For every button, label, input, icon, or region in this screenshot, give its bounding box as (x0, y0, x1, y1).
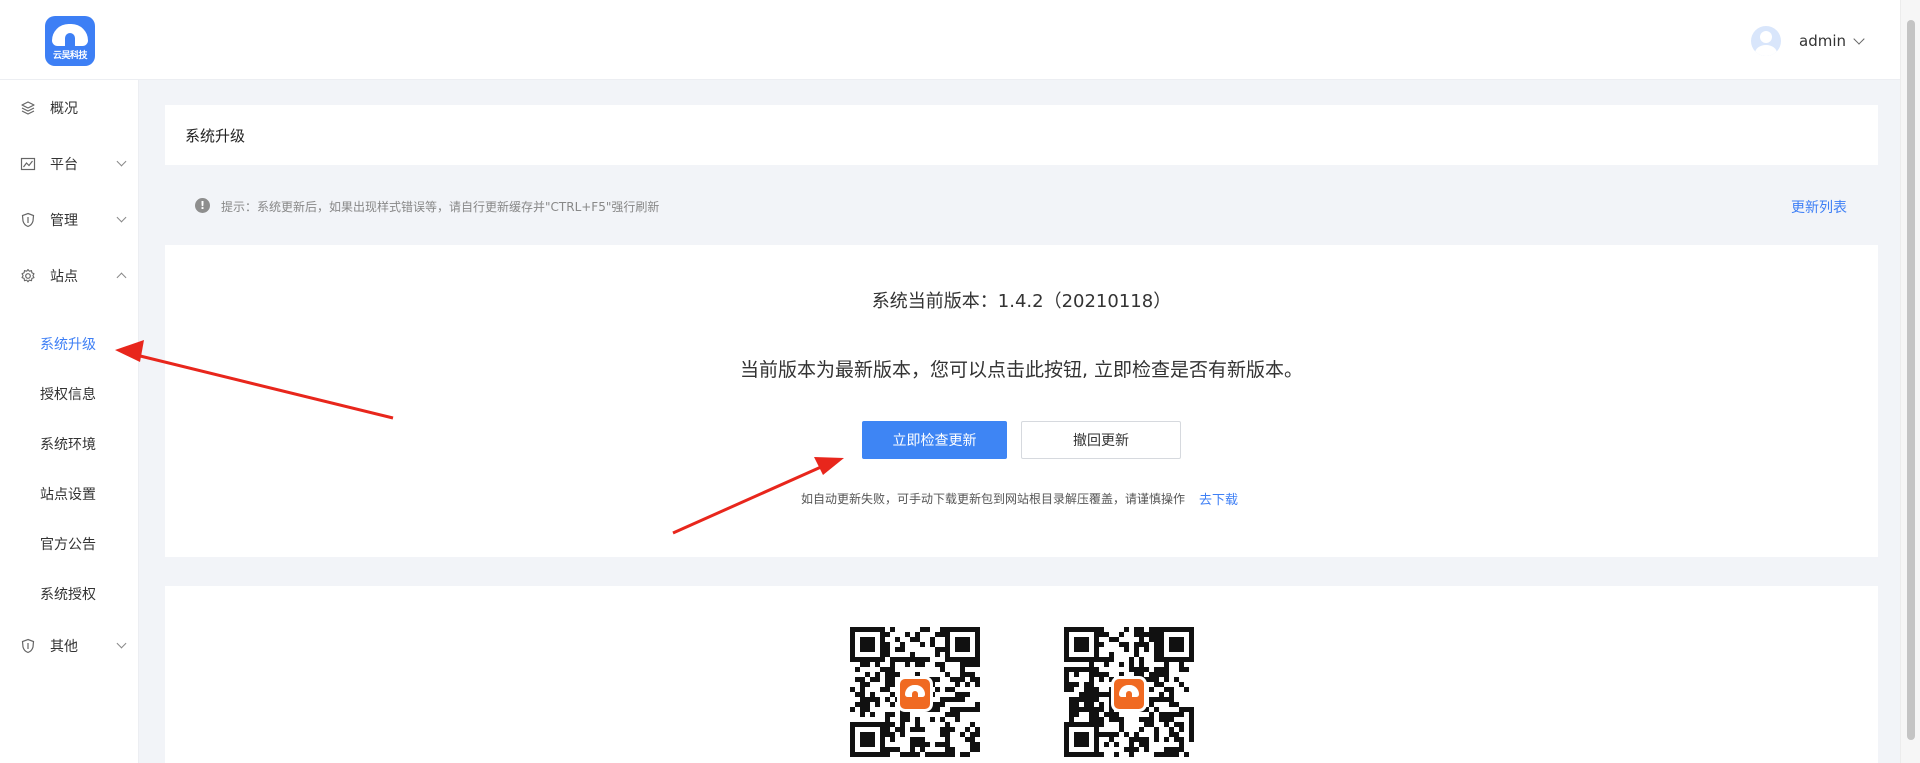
sidebar-item-manage[interactable]: 管理 (0, 205, 139, 235)
sidebar-item-label: 站点 (50, 269, 78, 285)
chart-icon (20, 157, 36, 171)
sidebar-subitem-system-upgrade[interactable]: 系统升级 (40, 334, 96, 354)
page-scrollbar[interactable] (1900, 0, 1920, 763)
download-link[interactable]: 去下载 (1199, 489, 1238, 508)
check-update-button[interactable]: 立即检查更新 (862, 421, 1007, 459)
qr-logo-icon (1111, 676, 1147, 712)
sidebar-subitem-system-environment[interactable]: 系统环境 (40, 434, 96, 454)
user-menu[interactable]: admin (1751, 26, 1865, 56)
chevron-down-icon (116, 638, 127, 649)
logo-text: 云吴科技 (52, 51, 88, 61)
qr-code-image (1063, 626, 1195, 763)
tip-bar: ! 提示：系统更新后，如果出现样式错误等，请自行更新缓存并"CTRL+F5"强行… (165, 165, 1878, 245)
manual-update-text: 如自动更新失败，可手动下载更新包到网站根目录解压覆盖，请谨慎操作 (801, 492, 1186, 506)
shield-icon (21, 212, 35, 228)
tip-text: 提示：系统更新后，如果出现样式错误等，请自行更新缓存并"CTRL+F5"强行刷新 (221, 200, 660, 214)
chevron-up-icon (116, 272, 127, 283)
user-name[interactable]: admin (1799, 32, 1846, 50)
sidebar-item-label: 平台 (50, 157, 78, 173)
shield-icon (21, 638, 35, 654)
rollback-update-button[interactable]: 撤回更新 (1021, 421, 1181, 459)
sidebar-item-platform[interactable]: 平台 (0, 149, 139, 179)
sidebar-item-label: 概况 (50, 101, 78, 117)
sidebar-subitem-site-settings[interactable]: 站点设置 (40, 484, 96, 504)
qr-code-card (165, 586, 1878, 763)
chevron-down-icon[interactable] (1853, 32, 1865, 45)
qr-logo-icon (897, 676, 933, 712)
logo-mark (52, 24, 88, 46)
upgrade-card: 系统当前版本：1.4.2（20210118） 当前版本为最新版本，您可以点击此按… (165, 245, 1878, 557)
info-icon: ! (195, 198, 210, 213)
sidebar-item-overview[interactable]: 概况 (0, 93, 139, 123)
avatar[interactable] (1751, 26, 1781, 56)
qr-code-image (849, 626, 981, 763)
layers-icon (21, 101, 35, 115)
sidebar: 概况 平台 管理 站点 系统升级 授权信息 系统环境 站点设置 官方公告 系统授… (0, 80, 139, 763)
sidebar-item-label: 管理 (50, 213, 78, 229)
sidebar-item-other[interactable]: 其他 (0, 631, 139, 661)
sidebar-item-label: 其他 (50, 639, 78, 655)
current-version: 系统当前版本：1.4.2（20210118） (871, 291, 1172, 312)
version-notice: 当前版本为最新版本，您可以点击此按钮, 立即检查是否有新版本。 (739, 359, 1304, 381)
sidebar-subitem-system-license[interactable]: 系统授权 (40, 584, 96, 604)
chevron-down-icon (116, 212, 127, 223)
chevron-down-icon (116, 156, 127, 167)
scrollbar-thumb[interactable] (1907, 20, 1915, 740)
sidebar-subitem-announcements[interactable]: 官方公告 (40, 534, 96, 554)
app-logo[interactable]: 云吴科技 (45, 16, 95, 66)
sidebar-item-site[interactable]: 站点 (0, 261, 139, 291)
page-title: 系统升级 (185, 127, 246, 145)
gear-icon (21, 268, 35, 283)
update-list-link[interactable]: 更新列表 (1791, 197, 1847, 217)
page-title-card: 系统升级 (165, 105, 1878, 165)
sidebar-subitem-license-info[interactable]: 授权信息 (40, 384, 96, 404)
top-header: 云吴科技 admin (0, 0, 1900, 80)
